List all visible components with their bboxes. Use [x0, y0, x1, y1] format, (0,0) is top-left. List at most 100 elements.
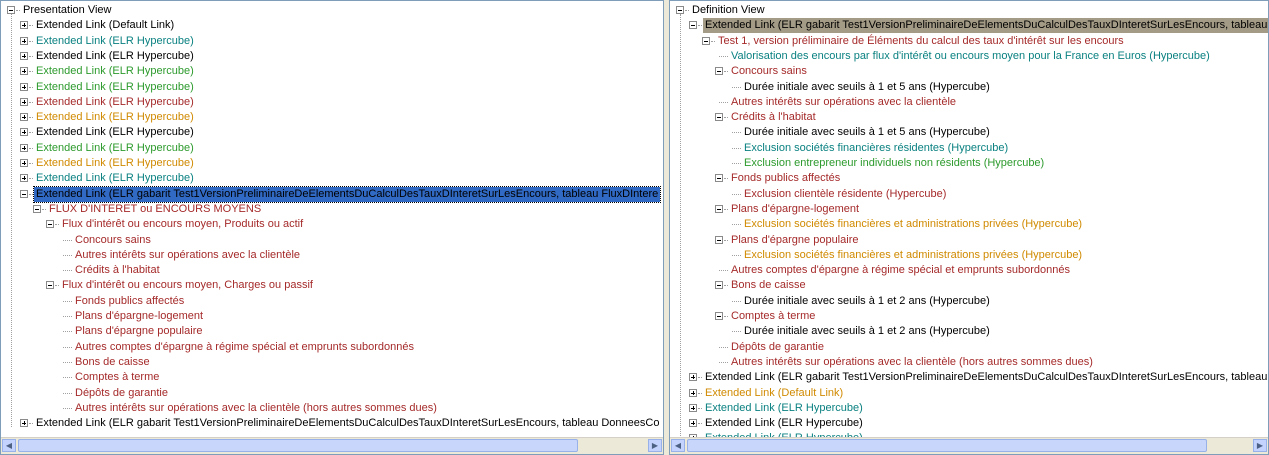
expand-toggle-icon[interactable]: [20, 128, 28, 137]
tree-node[interactable]: Autres intérêts sur opérations avec la c…: [1, 248, 663, 263]
tree-node[interactable]: Flux d'intérêt ou encours moyen, Produit…: [1, 217, 663, 232]
tree-node[interactable]: Extended Link (ELR Hypercube): [1, 34, 663, 49]
tree-node[interactable]: Extended Link (ELR Hypercube): [1, 95, 663, 110]
tree-node[interactable]: Valorisation des encours par flux d'inté…: [670, 49, 1268, 64]
collapse-toggle-icon[interactable]: [715, 174, 723, 183]
expand-toggle-icon[interactable]: [20, 67, 28, 76]
tree-node[interactable]: Extended Link (ELR Hypercube): [1, 80, 663, 95]
expand-toggle-icon[interactable]: [20, 97, 28, 106]
tree-node[interactable]: Plans d'épargne-logement: [1, 309, 663, 324]
definition-tree[interactable]: Definition View Extended Link (ELR gabari…: [670, 1, 1268, 438]
expand-toggle-icon[interactable]: [689, 403, 697, 412]
collapse-toggle-icon[interactable]: [689, 21, 697, 30]
tree-node[interactable]: Extended Link (ELR Hypercube): [1, 49, 663, 64]
expand-toggle-icon[interactable]: [20, 419, 28, 428]
tree-node[interactable]: Extended Link (ELR Hypercube): [670, 416, 1268, 431]
tree-node[interactable]: Concours sains: [1, 233, 663, 248]
expand-toggle-icon[interactable]: [20, 51, 28, 60]
tree-node[interactable]: Plans d'épargne populaire: [670, 233, 1268, 248]
tree-node[interactable]: Autres intérêts sur opérations avec la c…: [1, 401, 663, 416]
collapse-toggle-icon[interactable]: [715, 204, 723, 213]
tree-node[interactable]: Extended Link (ELR Hypercube): [1, 171, 663, 186]
collapse-toggle-icon[interactable]: [7, 6, 15, 14]
tree-node[interactable]: Extended Link (ELR Hypercube): [1, 64, 663, 79]
tree-node[interactable]: Crédits à l'habitat: [1, 263, 663, 278]
tree-node[interactable]: Extended Link (ELR gabarit Test1VersionP…: [670, 370, 1268, 385]
right-horizontal-scrollbar[interactable]: ◀ ▶: [670, 437, 1268, 454]
tree-node[interactable]: Comptes à terme: [670, 309, 1268, 324]
tree-node[interactable]: FLUX D'INTERET ou ENCOURS MOYENS: [1, 202, 663, 217]
scroll-thumb[interactable]: [18, 439, 578, 452]
collapse-toggle-icon[interactable]: [46, 281, 54, 290]
presentation-view-pane[interactable]: Presentation View Extended Link (Default …: [0, 0, 664, 455]
collapse-toggle-icon[interactable]: [33, 204, 41, 213]
tree-connector: [732, 86, 741, 88]
tree-node[interactable]: Durée initiale avec seuils à 1 et 5 ans …: [670, 125, 1268, 140]
tree-node[interactable]: Autres intérêts sur opérations avec la c…: [670, 95, 1268, 110]
expand-toggle-icon[interactable]: [20, 82, 28, 91]
collapse-toggle-icon[interactable]: [702, 36, 710, 45]
expand-toggle-icon[interactable]: [20, 36, 28, 45]
tree-node[interactable]: Extended Link (ELR Hypercube): [1, 125, 663, 140]
expand-toggle-icon[interactable]: [20, 143, 28, 152]
expand-toggle-icon[interactable]: [20, 21, 28, 30]
tree-node[interactable]: Bons de caisse: [670, 278, 1268, 293]
tree-node[interactable]: Autres comptes d'épargne à régime spécia…: [1, 340, 663, 355]
tree-node[interactable]: Extended Link (ELR Hypercube): [1, 141, 663, 156]
definition-view-pane[interactable]: Definition View Extended Link (ELR gabari…: [669, 0, 1269, 455]
tree-root-row[interactable]: Presentation View: [1, 3, 663, 18]
collapse-toggle-icon[interactable]: [715, 281, 723, 290]
tree-node[interactable]: Fonds publics affectés: [670, 171, 1268, 186]
scroll-left-arrow-icon[interactable]: ◀: [671, 439, 685, 452]
expand-toggle-icon[interactable]: [20, 113, 28, 122]
tree-node[interactable]: Flux d'intérêt ou encours moyen, Charges…: [1, 278, 663, 293]
tree-node[interactable]: Dépôts de garantie: [1, 386, 663, 401]
collapse-toggle-icon[interactable]: [46, 220, 54, 229]
tree-node[interactable]: Exclusion sociétés financières résidente…: [670, 141, 1268, 156]
collapse-toggle-icon[interactable]: [676, 6, 684, 14]
tree-node[interactable]: Extended Link (ELR Hypercube): [670, 401, 1268, 416]
scroll-right-arrow-icon[interactable]: ▶: [1253, 439, 1267, 452]
tree-node[interactable]: Dépôts de garantie: [670, 340, 1268, 355]
tree-node[interactable]: Exclusion entrepreneur individuels non r…: [670, 156, 1268, 171]
tree-node[interactable]: Extended Link (ELR gabarit Test1VersionP…: [1, 416, 663, 431]
presentation-tree[interactable]: Presentation View Extended Link (Default …: [1, 1, 663, 438]
tree-node[interactable]: Exclusion clientèle résidente (Hypercube…: [670, 187, 1268, 202]
tree-node[interactable]: Extended Link (ELR Hypercube): [1, 110, 663, 125]
tree-node[interactable]: Plans d'épargne-logement: [670, 202, 1268, 217]
left-horizontal-scrollbar[interactable]: ◀ ▶: [1, 437, 663, 454]
collapse-toggle-icon[interactable]: [715, 113, 723, 122]
tree-node[interactable]: Extended Link (Default Link): [670, 386, 1268, 401]
tree-node[interactable]: Comptes à terme: [1, 370, 663, 385]
tree-node[interactable]: Test 1, version préliminaire de Éléments…: [670, 34, 1268, 49]
tree-node[interactable]: Exclusion sociétés financières et admini…: [670, 217, 1268, 232]
tree-node[interactable]: Plans d'épargne populaire: [1, 324, 663, 339]
collapse-toggle-icon[interactable]: [20, 189, 28, 198]
scroll-left-arrow-icon[interactable]: ◀: [2, 439, 16, 452]
tree-node[interactable]: Bons de caisse: [1, 355, 663, 370]
collapse-toggle-icon[interactable]: [715, 67, 723, 76]
tree-node[interactable]: Extended Link (Default Link): [1, 18, 663, 33]
tree-node[interactable]: Durée initiale avec seuils à 1 et 5 ans …: [670, 80, 1268, 95]
tree-node[interactable]: Extended Link (ELR gabarit Test1VersionP…: [670, 18, 1268, 34]
tree-node[interactable]: Extended Link (ELR Hypercube): [1, 156, 663, 171]
tree-node[interactable]: Extended Link (ELR gabarit Test1VersionP…: [1, 185, 663, 203]
expand-toggle-icon[interactable]: [689, 388, 697, 397]
tree-node[interactable]: Autres comptes d'épargne à régime spécia…: [670, 263, 1268, 278]
scroll-thumb[interactable]: [687, 439, 1207, 452]
tree-node[interactable]: Durée initiale avec seuils à 1 et 2 ans …: [670, 294, 1268, 309]
tree-node[interactable]: Fonds publics affectés: [1, 294, 663, 309]
tree-node[interactable]: Autres intérêts sur opérations avec la c…: [670, 355, 1268, 370]
tree-root-row[interactable]: Definition View: [670, 3, 1268, 18]
tree-node[interactable]: Crédits à l'habitat: [670, 110, 1268, 125]
expand-toggle-icon[interactable]: [20, 174, 28, 183]
expand-toggle-icon[interactable]: [689, 419, 697, 428]
scroll-right-arrow-icon[interactable]: ▶: [648, 439, 662, 452]
tree-node[interactable]: Durée initiale avec seuils à 1 et 2 ans …: [670, 324, 1268, 339]
expand-toggle-icon[interactable]: [689, 373, 697, 382]
collapse-toggle-icon[interactable]: [715, 235, 723, 244]
tree-node[interactable]: Exclusion sociétés financières et admini…: [670, 248, 1268, 263]
tree-node[interactable]: Concours sains: [670, 64, 1268, 79]
collapse-toggle-icon[interactable]: [715, 312, 723, 320]
expand-toggle-icon[interactable]: [20, 159, 28, 167]
